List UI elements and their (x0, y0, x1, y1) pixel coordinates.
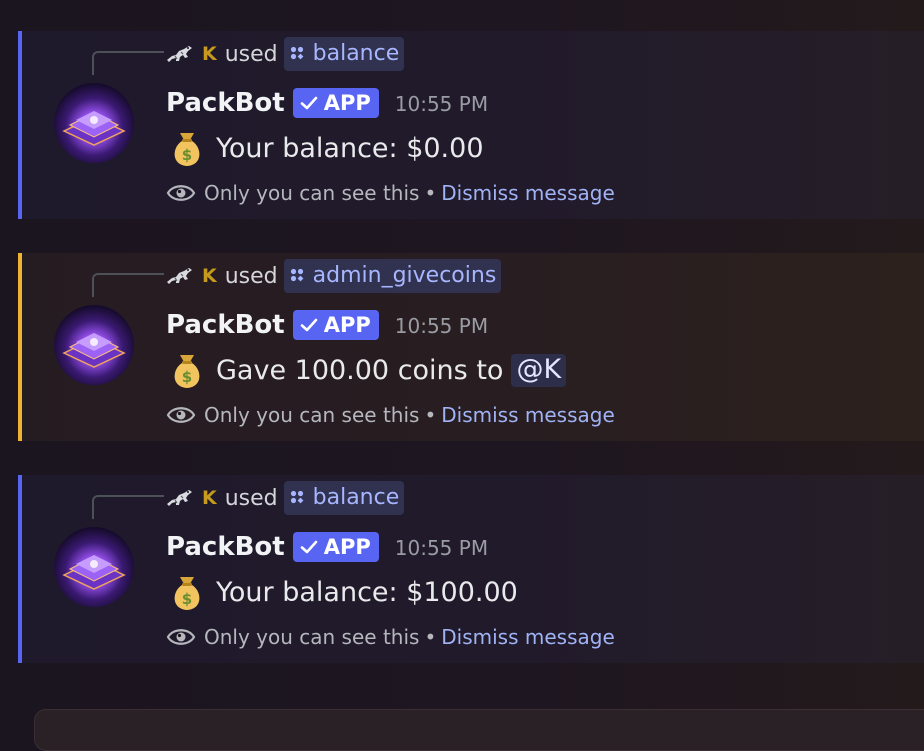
reply-connector (92, 495, 164, 519)
message-text: Gave 100.00 coins to (216, 354, 504, 386)
reply-connector (92, 273, 164, 297)
bot-message: K used balance PackBot APP 10:55 PM $ Yo… (18, 475, 924, 663)
eye-icon (166, 185, 196, 201)
slash-command-icon (290, 46, 304, 60)
checkmark-icon (300, 96, 318, 110)
timestamp[interactable]: 10:55 PM (395, 536, 488, 560)
separator-dot: • (424, 625, 437, 649)
command-reply-context[interactable]: K used admin_givecoins (166, 259, 502, 293)
message-text: Your balance: $100.00 (216, 576, 518, 608)
command-name: balance (312, 484, 400, 510)
message-content: $ Your balance: $0.00 (166, 127, 484, 169)
bot-name[interactable]: PackBot (166, 532, 285, 562)
user-tag[interactable]: K (202, 265, 217, 287)
reptile-avatar-icon[interactable] (166, 265, 194, 287)
bot-avatar[interactable] (54, 527, 134, 607)
user-tag[interactable]: K (202, 487, 217, 509)
eye-icon (166, 629, 196, 645)
checkmark-icon (300, 318, 318, 332)
app-badge-label: APP (323, 535, 371, 559)
bot-avatar[interactable] (54, 83, 134, 163)
bot-avatar-image (54, 305, 134, 385)
separator-dot: • (424, 181, 437, 205)
timestamp[interactable]: 10:55 PM (395, 314, 488, 338)
dismiss-message-link[interactable]: Dismiss message (441, 625, 615, 649)
dismiss-message-link[interactable]: Dismiss message (441, 403, 615, 427)
timestamp[interactable]: 10:55 PM (395, 92, 488, 116)
bot-name[interactable]: PackBot (166, 310, 285, 340)
message-content: $ Your balance: $100.00 (166, 571, 518, 613)
message-text: Your balance: $0.00 (216, 132, 484, 164)
app-badge: APP (292, 88, 379, 118)
bot-message: K used balance PackBot APP 10:55 PM $ Yo… (18, 31, 924, 219)
svg-text:$: $ (182, 146, 192, 164)
message-composer[interactable] (34, 709, 924, 751)
ephemeral-notice: Only you can see this • Dismiss message (166, 181, 615, 205)
svg-text:$: $ (182, 590, 192, 608)
money-bag-icon: $ (174, 577, 200, 610)
dismiss-message-link[interactable]: Dismiss message (441, 181, 615, 205)
money-bag-icon: $ (174, 355, 200, 388)
used-label: used (224, 41, 278, 67)
message-header: PackBot APP 10:55 PM (166, 83, 488, 123)
bot-name[interactable]: PackBot (166, 88, 285, 118)
slash-command-icon (290, 490, 304, 504)
ephemeral-notice-text: Only you can see this (204, 403, 420, 427)
slash-command-chip[interactable]: admin_givecoins (283, 259, 502, 293)
bot-avatar[interactable] (54, 305, 134, 385)
slash-command-chip[interactable]: balance (283, 481, 405, 515)
slash-command-icon (290, 268, 304, 282)
separator-dot: • (424, 403, 437, 427)
app-badge-label: APP (323, 313, 371, 337)
command-name: balance (312, 40, 400, 66)
used-label: used (224, 485, 278, 511)
app-badge-label: APP (323, 91, 371, 115)
svg-text:$: $ (182, 368, 192, 386)
command-reply-context[interactable]: K used balance (166, 481, 405, 515)
slash-command-chip[interactable]: balance (283, 37, 405, 71)
bot-message: K used admin_givecoins PackBot APP 10:55… (18, 253, 924, 441)
bot-avatar-image (54, 527, 134, 607)
app-badge: APP (292, 310, 379, 340)
used-label: used (224, 263, 278, 289)
reply-connector (92, 51, 164, 75)
command-reply-context[interactable]: K used balance (166, 37, 405, 71)
message-header: PackBot APP 10:55 PM (166, 527, 488, 567)
eye-icon (166, 407, 196, 423)
ephemeral-notice: Only you can see this • Dismiss message (166, 625, 615, 649)
ephemeral-notice-text: Only you can see this (204, 181, 420, 205)
checkmark-icon (300, 540, 318, 554)
app-badge: APP (292, 532, 379, 562)
ephemeral-notice: Only you can see this • Dismiss message (166, 403, 615, 427)
command-name: admin_givecoins (312, 262, 497, 288)
user-mention[interactable]: @K (511, 353, 567, 387)
reptile-avatar-icon[interactable] (166, 487, 194, 509)
message-header: PackBot APP 10:55 PM (166, 305, 488, 345)
reptile-avatar-icon[interactable] (166, 43, 194, 65)
ephemeral-notice-text: Only you can see this (204, 625, 420, 649)
user-tag[interactable]: K (202, 43, 217, 65)
bot-avatar-image (54, 83, 134, 163)
message-content: $ Gave 100.00 coins to @K (166, 349, 567, 391)
money-bag-icon: $ (174, 133, 200, 166)
